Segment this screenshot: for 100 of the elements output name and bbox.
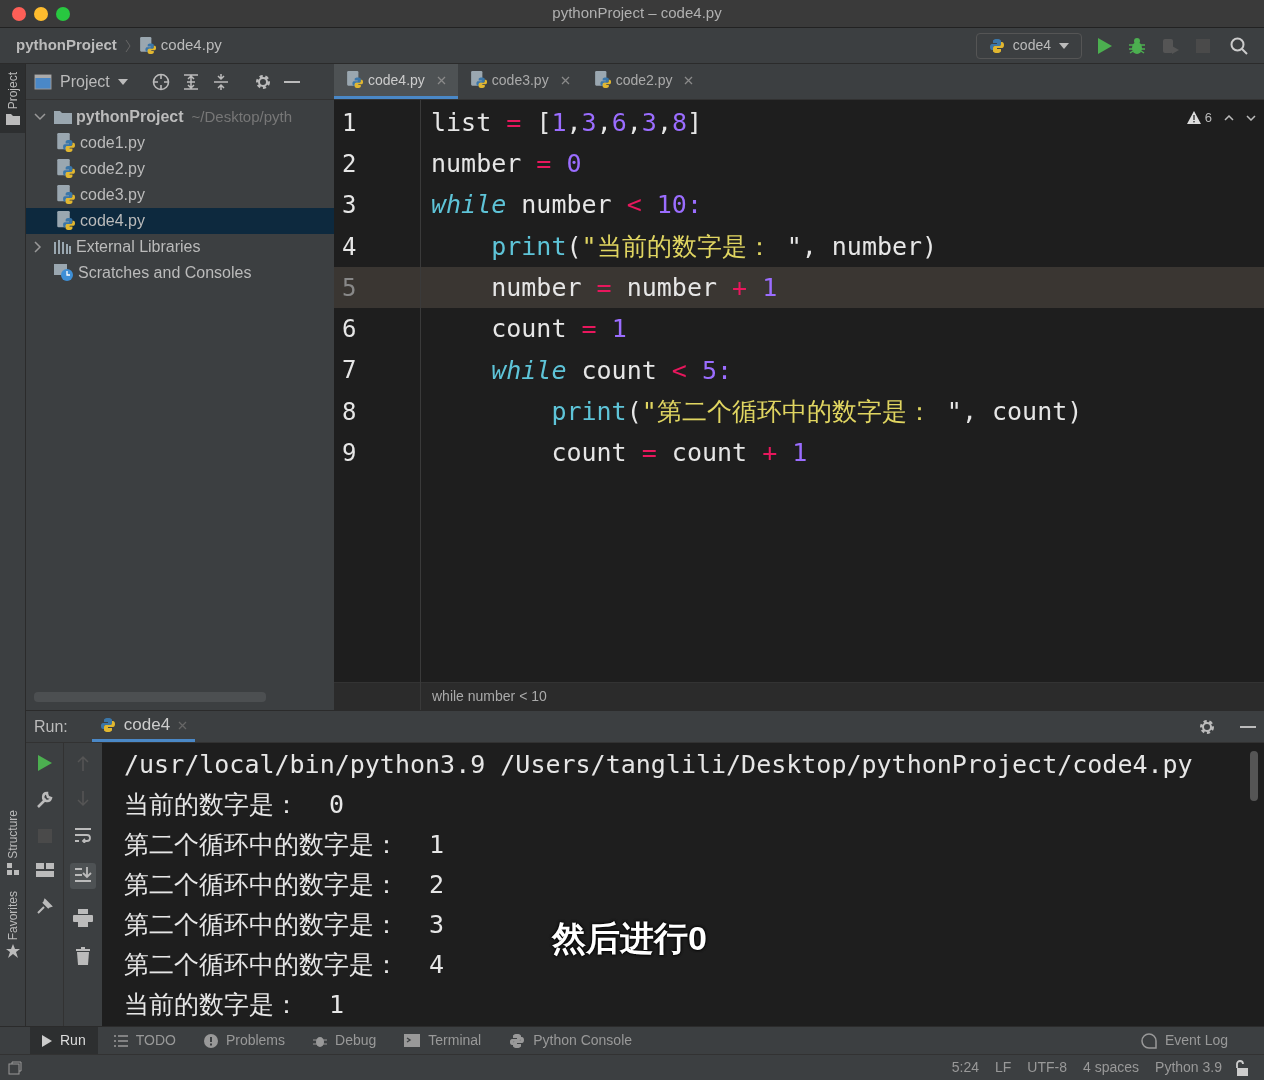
structure-tool-tab[interactable]: Structure	[0, 801, 25, 883]
console-output-line: 第二个循环中的数字是： 2	[124, 869, 445, 901]
minimize-icon[interactable]	[1240, 725, 1256, 728]
structure-icon	[6, 862, 19, 875]
editor-tab[interactable]: code3.py	[457, 64, 582, 99]
code-line: list = [1,3,6,3,8]	[430, 106, 703, 139]
pin-icon[interactable]	[35, 897, 54, 915]
tree-item[interactable]: code3.py	[26, 182, 334, 208]
warning-icon	[1186, 111, 1201, 125]
line-number: 3	[341, 190, 358, 222]
run-panel-label: Run:	[34, 716, 68, 737]
python-file-icon	[138, 36, 157, 55]
event-log-button[interactable]: Event Log	[1128, 1030, 1240, 1051]
close-window-icon[interactable]	[12, 6, 26, 21]
expand-all-icon[interactable]	[181, 72, 200, 91]
tool-window-tab[interactable]: TODO	[101, 1027, 188, 1054]
editor-tab[interactable]: code4.py	[334, 64, 458, 99]
tree-item[interactable]: pythonProject ~/Desktop/pyth	[26, 104, 334, 130]
status-item[interactable]: 4 spaces	[1083, 1057, 1140, 1078]
soft-wrap-icon[interactable]	[74, 827, 92, 843]
status-item[interactable]: Python 3.9	[1155, 1057, 1222, 1078]
layout-icon[interactable]	[35, 863, 54, 877]
trash-icon[interactable]	[76, 947, 90, 965]
editor-tab[interactable]: code2.py	[581, 64, 706, 99]
console-output-line: /usr/local/bin/python3.9 /Users/tanglili/Desktop/pythonProject/code4.py	[124, 749, 1193, 781]
print-icon[interactable]	[73, 909, 93, 927]
scratch-clock-icon	[54, 264, 74, 282]
chevron-up-icon[interactable]	[1224, 114, 1234, 121]
status-item[interactable]: UTF-8	[1027, 1057, 1067, 1078]
wrench-icon[interactable]	[35, 791, 54, 809]
panel-toggle-icon[interactable]	[8, 1060, 22, 1075]
chevron-down-icon[interactable]	[1246, 114, 1256, 121]
list-icon	[113, 1034, 128, 1047]
tree-item[interactable]: External Libraries	[26, 234, 334, 260]
code-line: count = count + 1	[550, 437, 808, 470]
tool-window-tab[interactable]: Problems	[191, 1027, 298, 1054]
code-line: print("当前的数字是： ", number)	[490, 230, 938, 263]
tree-item[interactable]: code2.py	[26, 156, 334, 182]
breadcrumb-item[interactable]: code4.py	[138, 34, 222, 57]
rerun-icon[interactable]	[37, 755, 52, 771]
star-icon	[5, 944, 20, 958]
status-item[interactable]: LF	[995, 1057, 1012, 1078]
line-number: 8	[341, 396, 358, 428]
collapse-all-icon[interactable]	[211, 72, 230, 91]
code-line: number = number + 1	[490, 272, 778, 305]
python-file-icon	[346, 71, 364, 89]
video-subtitle: 然后进行0	[552, 918, 707, 959]
caret-icon	[1059, 42, 1069, 49]
search-icon[interactable]	[1230, 36, 1248, 55]
warning-counter[interactable]: 6	[1186, 108, 1212, 128]
tree-item[interactable]: code1.py	[26, 130, 334, 156]
python-file-icon	[56, 185, 76, 205]
folder-icon	[5, 113, 20, 126]
breadcrumb-separator	[124, 38, 131, 53]
line-number: 6	[341, 314, 358, 346]
python-file-icon	[469, 71, 488, 89]
status-item[interactable]: 5:24	[951, 1057, 979, 1078]
tool-window-tab[interactable]: Python Console	[497, 1027, 645, 1054]
window-title: pythonProject – code4.py	[552, 3, 722, 24]
bug-icon[interactable]	[1128, 36, 1146, 55]
python-icon	[509, 1032, 526, 1049]
settings-icon[interactable]	[1198, 717, 1216, 736]
favorites-tool-tab[interactable]: Favorites	[0, 882, 25, 966]
tree-item[interactable]: Scratches and Consoles	[26, 260, 334, 286]
project-tool-tab[interactable]: Project	[0, 64, 25, 134]
terminal-icon	[404, 1034, 421, 1047]
code-line: count = 1	[490, 313, 627, 346]
scroll-to-end-icon[interactable]	[70, 863, 96, 889]
maximize-window-icon[interactable]	[56, 6, 70, 21]
close-icon[interactable]	[560, 75, 570, 85]
tree-item[interactable]: code4.py	[26, 208, 334, 234]
locate-icon[interactable]	[151, 72, 170, 91]
minimize-window-icon[interactable]	[34, 6, 48, 21]
close-icon[interactable]	[684, 75, 694, 85]
folder-icon	[54, 110, 72, 124]
window-icon	[34, 73, 52, 90]
code-breadcrumb[interactable]: while number < 10	[432, 686, 547, 707]
library-icon	[54, 240, 72, 254]
tool-window-tab[interactable]: Run	[30, 1027, 98, 1054]
tool-window-tab[interactable]: Terminal	[392, 1027, 494, 1054]
unlocked-icon[interactable]	[1234, 1059, 1248, 1076]
console-output-line: 当前的数字是： 1	[124, 989, 345, 1021]
speech-bubble-icon	[1140, 1032, 1157, 1049]
scrollbar[interactable]	[1250, 751, 1258, 801]
console-output-line: 当前的数字是： 0	[124, 789, 345, 821]
code-line: while count < 5:	[490, 354, 733, 387]
info-icon	[203, 1033, 218, 1048]
python-file-icon	[593, 71, 612, 89]
line-number: 9	[341, 438, 358, 469]
run-icon[interactable]	[1098, 37, 1112, 54]
code-line: print("第二个循环中的数字是： ", count)	[550, 395, 1083, 428]
console-output-line: 第二个循环中的数字是： 3	[124, 909, 445, 941]
project-view-dropdown[interactable]: Project	[34, 69, 128, 94]
play-icon	[42, 1034, 52, 1047]
line-number: 7	[341, 355, 358, 387]
settings-icon[interactable]	[253, 72, 272, 91]
breadcrumb-item[interactable]: pythonProject	[16, 34, 117, 57]
tool-window-tab[interactable]: Debug	[301, 1027, 389, 1054]
minimize-icon[interactable]	[283, 80, 300, 83]
run-config-dropdown[interactable]: code4	[975, 32, 1082, 59]
